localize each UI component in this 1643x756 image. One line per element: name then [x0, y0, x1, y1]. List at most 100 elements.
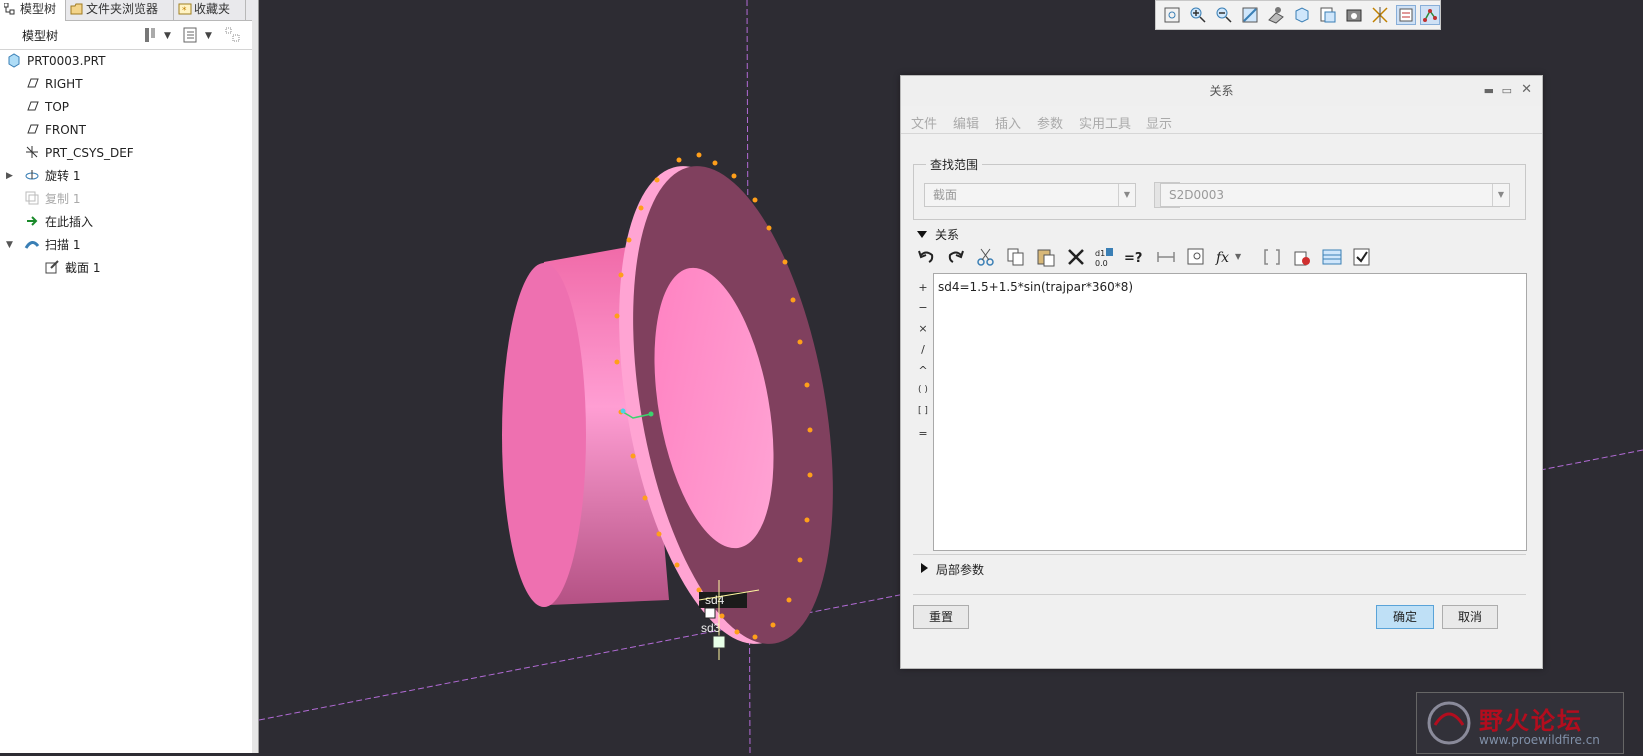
dialog-menubar: 文件 编辑 插入 参数 实用工具 显示 — [901, 109, 1542, 134]
operator-equals[interactable]: = — [913, 427, 933, 440]
chevron-down-icon[interactable]: ▼ — [164, 31, 171, 49]
view-toolbar — [1155, 0, 1441, 30]
svg-text:=?: =? — [1124, 251, 1142, 266]
svg-text:0.0: 0.0 — [1095, 259, 1108, 268]
dimension-sd4[interactable]: sd4 — [705, 593, 725, 607]
insert-dimension-icon[interactable] — [1185, 246, 1207, 268]
forum-logo-icon — [1427, 701, 1471, 745]
maximize-icon[interactable]: ▭ — [1502, 84, 1512, 97]
close-icon[interactable]: ✕ — [1521, 82, 1532, 97]
menu-file[interactable]: 文件 — [911, 113, 937, 132]
menu-utilities[interactable]: 实用工具 — [1079, 113, 1131, 132]
tree-item-root[interactable]: PRT0003.PRT — [6, 50, 105, 72]
forum-watermark: 野火论坛 www.proewildfire.cn — [1416, 692, 1624, 754]
lookin-object-select[interactable]: S2D0003 ▼ — [1160, 183, 1510, 207]
sketch-icon — [44, 259, 60, 275]
menu-parameters[interactable]: 参数 — [1037, 113, 1063, 132]
delete-icon[interactable] — [1065, 246, 1087, 268]
annotation-display-icon[interactable] — [1396, 5, 1416, 25]
datum-plane-icon — [24, 121, 40, 137]
spin-center-icon[interactable] — [1420, 5, 1440, 25]
display-style-icon[interactable] — [1292, 5, 1312, 25]
copy-icon[interactable] — [1005, 246, 1027, 268]
tree-item-label: PRT0003.PRT — [27, 54, 106, 68]
local-params-section-header[interactable]: 局部参数 — [921, 561, 984, 578]
ok-button[interactable]: 确定 — [1376, 605, 1434, 629]
dimension-handle[interactable] — [704, 607, 716, 619]
reset-button[interactable]: 重置 — [913, 605, 969, 629]
chevron-down-icon[interactable]: ▼ — [205, 31, 212, 49]
relation-line[interactable]: sd4=1.5+1.5*sin(trajpar*360*8) — [938, 280, 1133, 294]
dimension-handle[interactable] — [712, 635, 726, 649]
operator-parentheses[interactable]: ( ) — [913, 385, 933, 395]
lookin-object-value: S2D0003 — [1169, 188, 1225, 202]
show-settings-icon[interactable] — [182, 26, 200, 44]
perspective-icon[interactable] — [1266, 5, 1286, 25]
chevron-down-icon[interactable]: ▼ — [1235, 252, 1257, 274]
tree-item-copy[interactable]: 复制 1 — [24, 188, 80, 210]
tree-item-front[interactable]: FRONT — [24, 119, 86, 141]
tab-model-tree[interactable]: 模型树 — [0, 0, 66, 21]
redo-icon[interactable] — [945, 246, 967, 268]
zoom-out-icon[interactable] — [1214, 5, 1234, 25]
filter-icon[interactable] — [224, 26, 242, 44]
panel-splitter[interactable] — [252, 20, 258, 753]
verify-icon[interactable] — [1351, 246, 1373, 268]
favorites-icon: * — [178, 2, 192, 16]
tree-item-csys[interactable]: PRT_CSYS_DEF — [24, 142, 134, 164]
dimension-sd3[interactable]: sd3 — [701, 621, 721, 635]
tree-item-sweep[interactable]: ▼ 扫描 1 — [6, 234, 80, 256]
lookin-group: 查找范围 截面 ▼ S2D0003 ▼ — [913, 156, 1526, 220]
tree-item-label: 截面 1 — [65, 261, 101, 275]
sort-relations-icon[interactable] — [1291, 246, 1313, 268]
relations-editor[interactable]: sd4=1.5+1.5*sin(trajpar*360*8) — [933, 273, 1527, 551]
cancel-button[interactable]: 取消 — [1442, 605, 1498, 629]
brackets-icon[interactable] — [1261, 246, 1283, 268]
tree-item-label: 旋转 1 — [45, 169, 81, 183]
section-marker-point — [620, 408, 626, 414]
tree-item-revolve[interactable]: ▶ 旋转 1 — [6, 165, 81, 187]
model-tree-toolbar: 模型树 ▼ ▼ — [0, 21, 258, 50]
display-values-icon[interactable]: d1 0.0 — [1093, 246, 1115, 268]
unit-sensitivity-icon[interactable] — [1155, 246, 1177, 268]
minimize-icon[interactable]: ▬ — [1484, 84, 1494, 97]
cut-icon[interactable] — [975, 246, 997, 268]
datum-display-icon[interactable] — [1370, 5, 1390, 25]
expand-triangle-icon — [921, 563, 928, 573]
operator-multiply[interactable]: × — [913, 322, 933, 335]
refit-icon[interactable] — [1162, 5, 1182, 25]
model-tree-title: 模型树 — [22, 29, 59, 43]
relations-section-header[interactable]: 关系 — [917, 226, 959, 243]
tree-item-right[interactable]: RIGHT — [24, 73, 83, 95]
tree-item-insert-here[interactable]: 在此插入 — [24, 211, 93, 233]
evaluate-icon[interactable]: =? — [1123, 246, 1145, 268]
tree-item-section[interactable]: 截面 1 — [44, 257, 100, 279]
expand-icon[interactable]: ▶ — [6, 165, 18, 187]
chevron-down-icon[interactable]: ▼ — [1118, 184, 1135, 206]
tab-folder-browser[interactable]: 文件夹浏览器 — [66, 0, 174, 20]
function-icon[interactable]: fx — [1215, 246, 1237, 268]
operator-brackets[interactable]: [ ] — [913, 406, 933, 416]
zoom-in-icon[interactable] — [1188, 5, 1208, 25]
tree-item-top[interactable]: TOP — [24, 96, 69, 118]
operator-divide[interactable]: / — [913, 343, 933, 356]
paste-icon[interactable] — [1035, 246, 1057, 268]
operator-power[interactable]: ^ — [913, 364, 933, 377]
saved-views-icon[interactable] — [1318, 5, 1338, 25]
repaint-icon[interactable] — [1240, 5, 1260, 25]
tab-favorites[interactable]: * 收藏夹 — [174, 0, 246, 20]
menu-edit[interactable]: 编辑 — [953, 113, 979, 132]
operator-minus[interactable]: − — [913, 301, 933, 314]
navigator-tabs: 模型树 文件夹浏览器 * 收藏夹 — [0, 0, 258, 21]
lookin-label: 查找范围 — [926, 156, 983, 173]
menu-show[interactable]: 显示 — [1146, 113, 1172, 132]
chevron-down-icon[interactable]: ▼ — [1492, 184, 1509, 206]
tools-icon[interactable] — [142, 26, 160, 44]
collapse-icon[interactable]: ▼ — [6, 234, 18, 256]
operator-plus[interactable]: + — [913, 281, 933, 294]
parameter-table-icon[interactable] — [1321, 246, 1343, 268]
lookin-type-select[interactable]: 截面 ▼ — [924, 183, 1136, 207]
undo-icon[interactable] — [915, 246, 937, 268]
view-manager-icon[interactable] — [1344, 5, 1364, 25]
menu-insert[interactable]: 插入 — [995, 113, 1021, 132]
